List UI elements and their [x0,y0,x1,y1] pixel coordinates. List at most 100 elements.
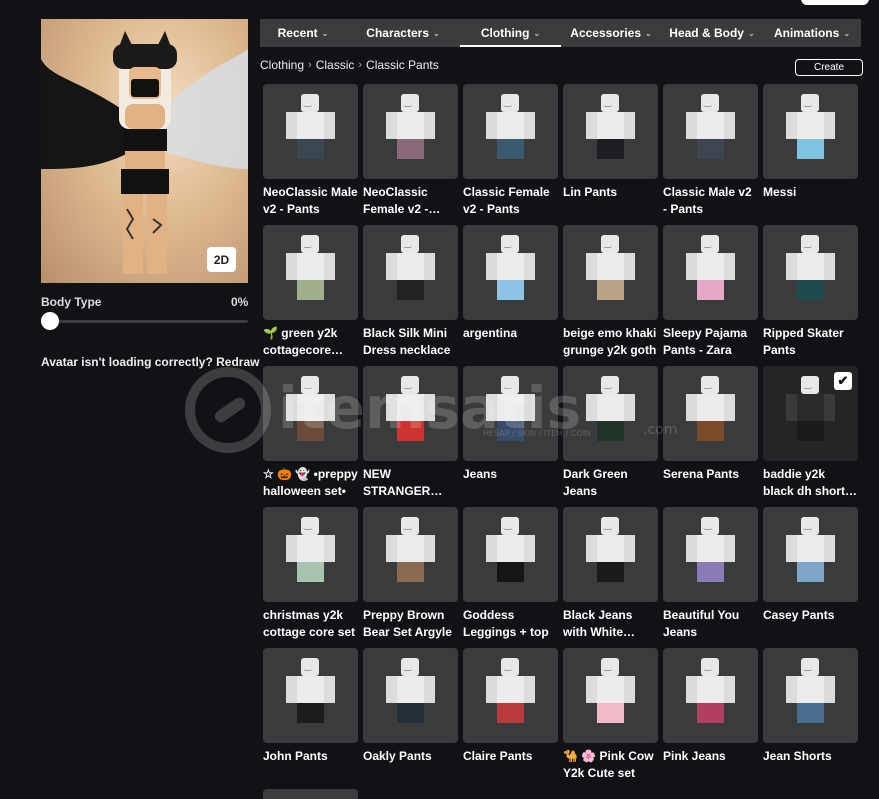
item-name[interactable]: Ripped Skater Pants [763,325,858,359]
item-thumbnail[interactable] [563,84,658,179]
item-name[interactable]: Goddess Leggings + top [463,607,558,641]
item-card[interactable]: Goddess Leggings + top [463,507,558,648]
item-card[interactable]: 🐪 🌸 Pink Cow Y2k Cute set [563,648,658,789]
item-thumbnail[interactable] [363,507,458,602]
item-name[interactable]: argentina [463,325,558,342]
item-card[interactable]: christmas y2k cottage core set [263,507,358,648]
item-thumbnail[interactable] [563,225,658,320]
item-thumbnail[interactable]: ✔ [763,366,858,461]
item-card[interactable]: Classic Male v2 - Pants [663,84,758,225]
item-name[interactable]: Casey Pants [763,607,858,624]
item-thumbnail[interactable] [563,366,658,461]
item-name[interactable]: Jeans [463,466,558,483]
item-thumbnail[interactable] [363,648,458,743]
item-name[interactable]: ☆ 🎃 👻 •preppy halloween set• [263,466,358,500]
redraw-link[interactable]: Avatar isn't loading correctly? Redraw [41,355,259,369]
item-thumbnail[interactable] [463,225,558,320]
item-name[interactable]: Sleepy Pajama Pants - Zara [663,325,758,359]
item-card[interactable]: ✔ baddie y2k black dh shorts emo [763,366,858,507]
item-card[interactable]: beige emo khaki grunge y2k goth [563,225,658,366]
breadcrumb-clothing[interactable]: Clothing [260,58,304,72]
item-thumbnail[interactable] [463,84,558,179]
item-thumbnail[interactable] [363,366,458,461]
view-2d-button[interactable]: 2D [207,247,236,272]
item-thumbnail[interactable] [263,648,358,743]
item-thumbnail[interactable] [463,648,558,743]
item-card[interactable]: Jeans [463,366,558,507]
item-name[interactable]: christmas y2k cottage core set [263,607,358,641]
item-card[interactable]: Classic Female v2 - Pants [463,84,558,225]
item-name[interactable]: Jean Shorts [763,748,858,765]
item-name[interactable]: Dark Green Jeans [563,466,658,500]
item-card[interactable]: Lin Pants [563,84,658,225]
item-card[interactable]: Messi [763,84,858,225]
item-name[interactable]: Classic Male v2 - Pants [663,184,758,218]
tab-animations[interactable]: Animations ⌄ [763,19,861,47]
item-name[interactable]: Black Jeans with White Shoes [563,607,658,641]
item-name[interactable]: baddie y2k black dh shorts emo [763,466,858,500]
item-name[interactable]: 🌱 green y2k cottagecore tops [263,325,358,359]
item-card[interactable]: NEW STRANGER THINGS shirt [363,366,458,507]
item-name[interactable]: NeoClassic Female v2 - Pants [363,184,458,218]
avatar-preview[interactable]: 2D [41,19,248,283]
item-thumbnail[interactable] [563,648,658,743]
item-card[interactable]: 🌱 green y2k cottagecore tops [263,225,358,366]
item-name[interactable]: beige emo khaki grunge y2k goth [563,325,658,359]
item-card[interactable]: Preppy Brown Bear Set Argyle [363,507,458,648]
item-card[interactable]: Serena Pants [663,366,758,507]
item-card[interactable]: Casey Pants [763,507,858,648]
item-thumbnail[interactable] [663,648,758,743]
item-thumbnail[interactable] [763,225,858,320]
item-thumbnail[interactable] [763,84,858,179]
item-thumbnail[interactable] [263,84,358,179]
item-name[interactable]: Serena Pants [663,466,758,483]
item-name[interactable]: Classic Female v2 - Pants [463,184,558,218]
item-name[interactable]: NEW STRANGER THINGS shirt [363,466,458,500]
item-card[interactable]: Ripped Skater Pants [763,225,858,366]
item-card[interactable]: NeoClassic Female v2 - Pants [363,84,458,225]
next-row-card[interactable] [263,789,358,799]
create-button[interactable]: Create [795,59,863,76]
item-card[interactable]: John Pants [263,648,358,789]
item-thumbnail[interactable] [263,366,358,461]
item-name[interactable]: Lin Pants [563,184,658,201]
item-name[interactable]: Beautiful You Jeans [663,607,758,641]
tab-characters[interactable]: Characters ⌄ [346,19,460,47]
item-thumbnail[interactable] [663,366,758,461]
item-name[interactable]: John Pants [263,748,358,765]
item-name[interactable]: 🐪 🌸 Pink Cow Y2k Cute set [563,748,658,782]
selected-check-icon[interactable]: ✔ [834,372,852,390]
top-right-button[interactable] [801,0,869,5]
item-name[interactable]: Preppy Brown Bear Set Argyle [363,607,458,641]
item-name[interactable]: Black Silk Mini Dress necklace [363,325,458,359]
item-card[interactable]: argentina [463,225,558,366]
item-card[interactable]: Pink Jeans [663,648,758,789]
item-thumbnail[interactable] [563,507,658,602]
item-thumbnail[interactable] [363,84,458,179]
item-thumbnail[interactable] [663,507,758,602]
item-name[interactable]: NeoClassic Male v2 - Pants [263,184,358,218]
item-card[interactable]: Claire Pants [463,648,558,789]
body-type-slider-thumb[interactable] [41,312,59,330]
item-card[interactable]: Jean Shorts [763,648,858,789]
item-card[interactable]: Black Silk Mini Dress necklace [363,225,458,366]
body-type-slider-track[interactable] [49,320,248,323]
item-card[interactable]: Sleepy Pajama Pants - Zara [663,225,758,366]
item-thumbnail[interactable] [663,84,758,179]
tab-recent[interactable]: Recent ⌄ [260,19,346,47]
item-card[interactable]: Oakly Pants [363,648,458,789]
item-thumbnail[interactable] [263,507,358,602]
item-name[interactable]: Pink Jeans [663,748,758,765]
item-thumbnail[interactable] [663,225,758,320]
breadcrumb-classic[interactable]: Classic [316,58,355,72]
item-thumbnail[interactable] [363,225,458,320]
item-thumbnail[interactable] [463,366,558,461]
item-name[interactable]: Messi [763,184,858,201]
item-card[interactable]: NeoClassic Male v2 - Pants [263,84,358,225]
item-card[interactable]: Dark Green Jeans [563,366,658,507]
item-thumbnail[interactable] [763,648,858,743]
item-card[interactable]: Black Jeans with White Shoes [563,507,658,648]
item-thumbnail[interactable] [763,507,858,602]
item-card[interactable]: Beautiful You Jeans [663,507,758,648]
tab-clothing[interactable]: Clothing ⌄ [460,19,561,47]
